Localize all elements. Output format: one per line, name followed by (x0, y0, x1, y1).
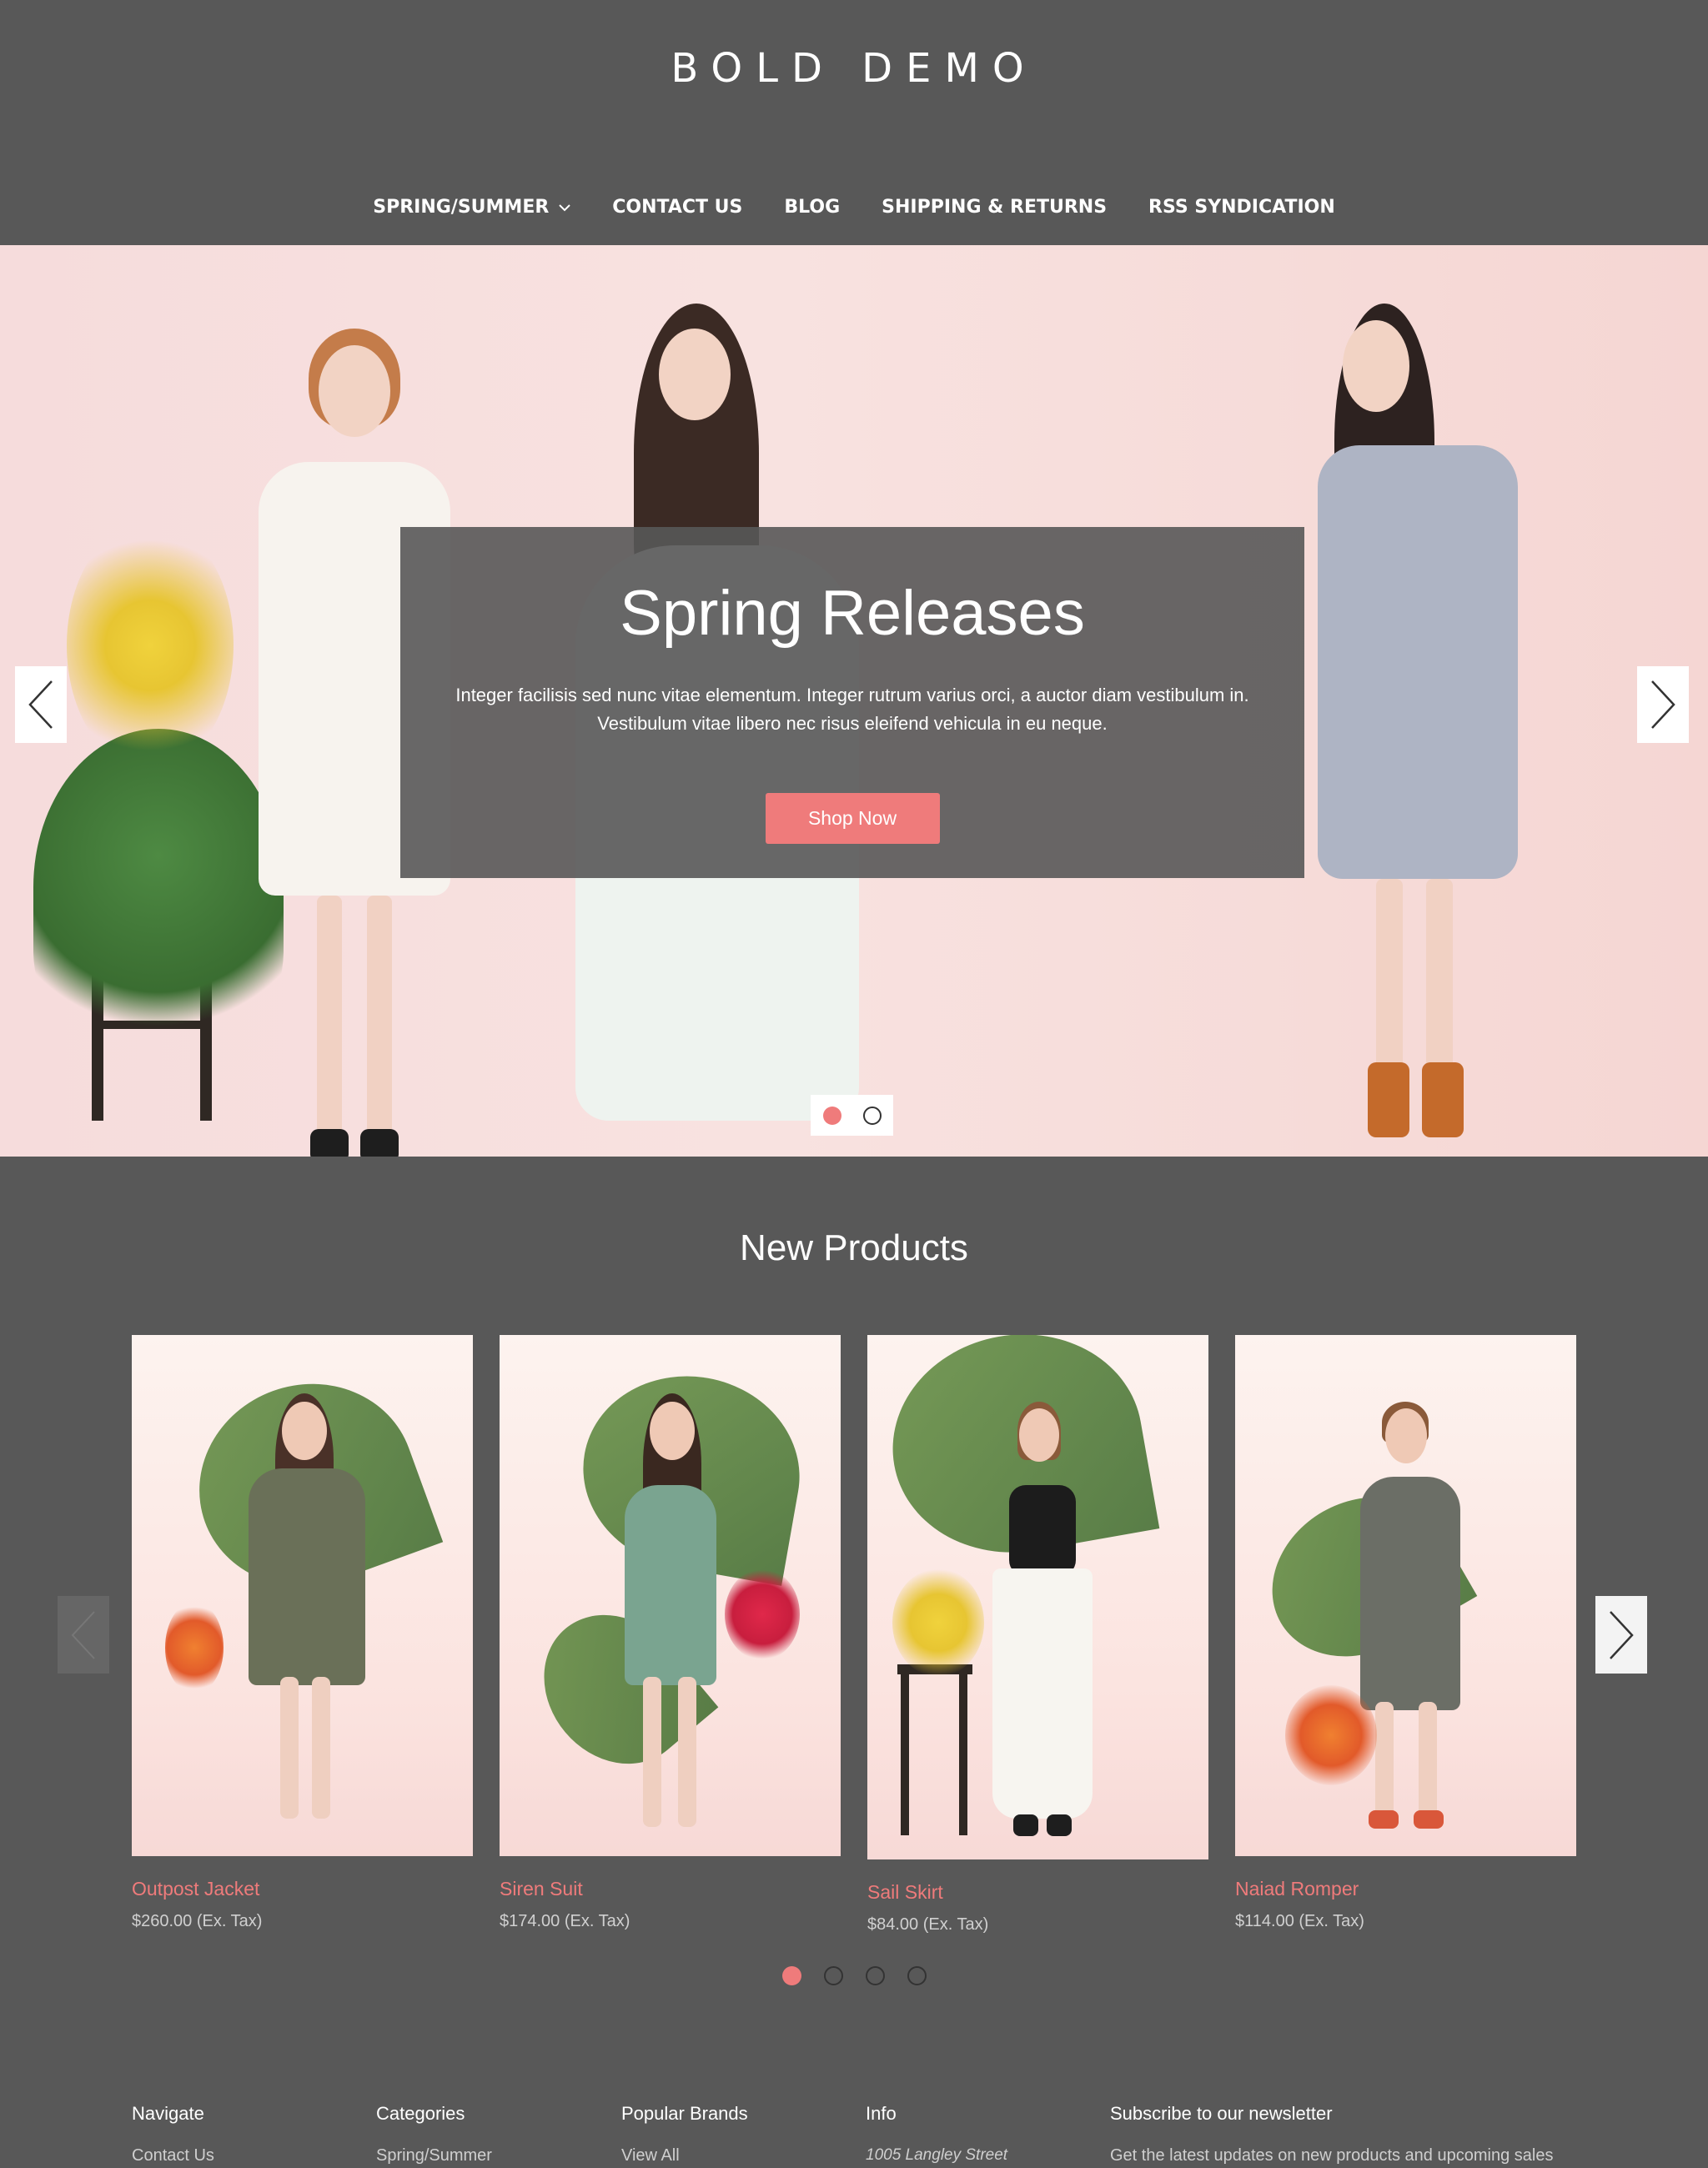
chevron-down-icon (559, 199, 570, 215)
product-price: $84.00 (Ex. Tax) (867, 1915, 989, 1934)
product-card: Naiad Romper $114.00 (Ex. Tax) (1235, 1335, 1576, 1931)
footer-newsletter: Subscribe to our newsletter Get the late… (1110, 2103, 1553, 2165)
hero-description: Integer facilisis sed nunc vitae element… (455, 685, 1249, 734)
newsletter-description: Get the latest updates on new products a… (1110, 2146, 1554, 2165)
product-price: $114.00 (Ex. Tax) (1235, 1912, 1364, 1930)
footer-address: 1005 Langley Street (866, 2146, 1008, 2164)
footer-categories: Categories Spring/Summer (376, 2103, 492, 2165)
page: BOLD DEMO SPRING/SUMMER CONTACT US BLOG … (0, 0, 1708, 2168)
product-card: Outpost Jacket $260.00 (Ex. Tax) (132, 1335, 473, 1931)
footer-heading: Navigate (132, 2103, 204, 2124)
product-image[interactable] (132, 1335, 473, 1856)
hero-dot-2[interactable] (862, 1106, 882, 1125)
chevron-left-icon (71, 1610, 95, 1659)
nav-item-spring-summer[interactable]: SPRING/SUMMER (373, 197, 570, 218)
hero-pagination (811, 1095, 893, 1136)
product-image[interactable] (500, 1335, 841, 1856)
product-name[interactable]: Sail Skirt (867, 1881, 1208, 1904)
nav-item-shipping-returns[interactable]: SHIPPING & RETURNS (882, 197, 1107, 218)
nav-item-label: SHIPPING & RETURNS (882, 197, 1108, 218)
chevron-right-icon (1610, 1610, 1634, 1659)
hero-dot-1[interactable] (822, 1106, 841, 1125)
footer-link-view-all[interactable]: View All (621, 2146, 748, 2165)
product-name[interactable]: Siren Suit (500, 1878, 841, 1900)
footer-link-contact-us[interactable]: Contact Us (132, 2146, 214, 2165)
product-name[interactable]: Outpost Jacket (132, 1878, 473, 1900)
hero-prev-button[interactable] (15, 666, 67, 743)
product-image[interactable] (1235, 1335, 1576, 1856)
footer-navigate: Navigate Contact Us (132, 2103, 214, 2165)
hero-title: Spring Releases (620, 578, 1085, 649)
nav-item-label: CONTACT US (612, 197, 743, 218)
products-dot-2[interactable] (823, 1966, 843, 1985)
products-pagination (0, 1966, 1708, 1985)
product-price: $260.00 (Ex. Tax) (132, 1912, 263, 1930)
products-dot-1[interactable] (781, 1966, 801, 1985)
footer-heading: Subscribe to our newsletter (1110, 2103, 1333, 2124)
hero-next-button[interactable] (1637, 666, 1689, 743)
footer-info: Info 1005 Langley Street (866, 2103, 1007, 2165)
footer-popular-brands: Popular Brands View All (621, 2103, 748, 2165)
chevron-left-icon (28, 680, 53, 729)
footer-heading: Categories (376, 2103, 465, 2124)
nav-item-label: BLOG (784, 197, 841, 218)
footer-heading: Info (866, 2103, 897, 2124)
nav-item-rss-syndication[interactable]: RSS SYNDICATION (1148, 197, 1335, 218)
nav-item-label: SPRING/SUMMER (373, 197, 550, 218)
hero-caption-box: Spring Releases Integer facilisis sed nu… (400, 527, 1304, 878)
products-next-button[interactable] (1595, 1596, 1647, 1674)
product-image[interactable] (867, 1335, 1208, 1859)
hero-slider: Spring Releases Integer facilisis sed nu… (0, 245, 1708, 1157)
footer-heading: Popular Brands (621, 2103, 748, 2124)
footer-link-spring-summer[interactable]: Spring/Summer (376, 2146, 492, 2165)
products-dot-4[interactable] (907, 1966, 927, 1985)
store-logo[interactable]: BOLD DEMO (0, 45, 1708, 92)
products-prev-button[interactable] (58, 1596, 109, 1674)
new-products-title: New Products (740, 1227, 968, 1268)
chevron-right-icon (1651, 680, 1675, 729)
main-nav: SPRING/SUMMER CONTACT US BLOG SHIPPING &… (0, 197, 1708, 218)
nav-item-label: RSS SYNDICATION (1148, 197, 1335, 218)
nav-item-blog[interactable]: BLOG (784, 197, 840, 218)
product-name[interactable]: Naiad Romper (1235, 1878, 1576, 1900)
product-card: Siren Suit $174.00 (Ex. Tax) (500, 1335, 841, 1931)
product-price: $174.00 (Ex. Tax) (500, 1912, 630, 1930)
nav-item-contact-us[interactable]: CONTACT US (612, 197, 742, 218)
shop-now-button[interactable]: Shop Now (765, 793, 940, 844)
product-card: Sail Skirt $84.00 (Ex. Tax) (867, 1335, 1208, 1935)
products-dot-3[interactable] (865, 1966, 885, 1985)
